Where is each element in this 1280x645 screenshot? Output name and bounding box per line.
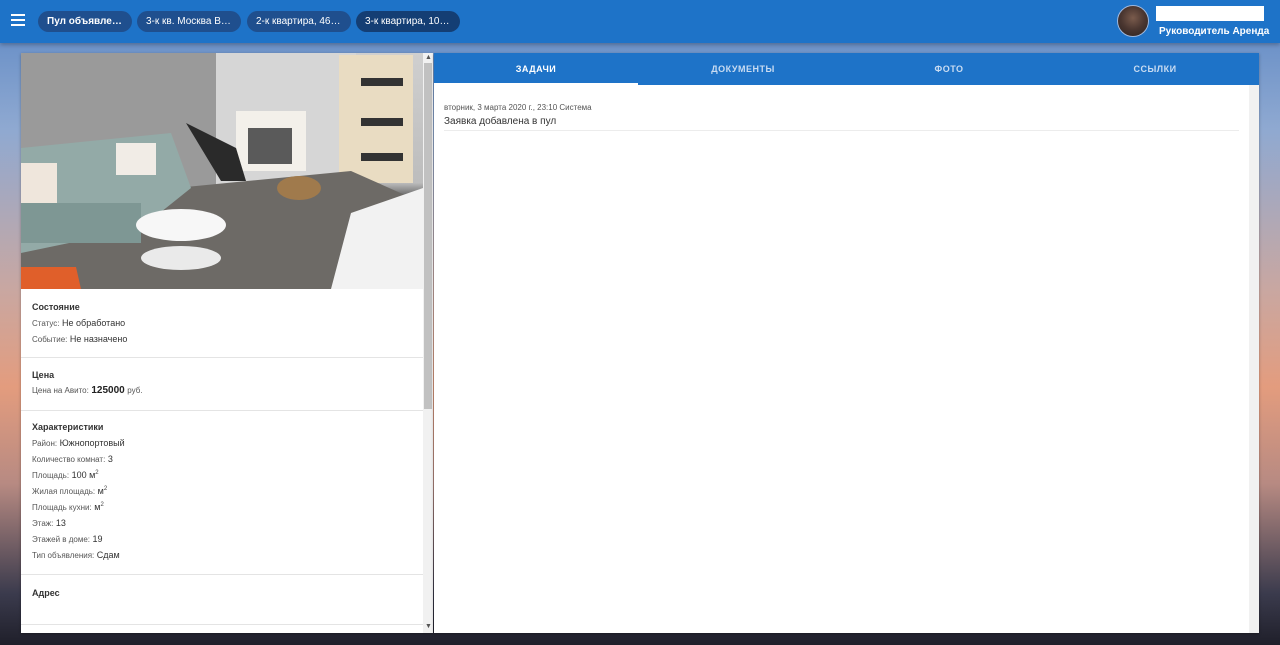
avito-price-row: Цена на Авито: 125000 руб. xyxy=(32,385,143,396)
floors-total-value: 19 xyxy=(92,534,103,544)
district-row: Район: Южнопортовый xyxy=(32,438,125,448)
floors-total-row: Этажей в доме: 19 xyxy=(32,534,103,544)
tab-links[interactable]: ССЫЛКИ xyxy=(1052,53,1258,85)
currency: руб. xyxy=(127,386,143,395)
living-area-row: Жилая площадь: м2 xyxy=(32,486,107,496)
area-value: 100 м xyxy=(71,470,96,480)
floor-row: Этаж: 13 xyxy=(32,518,66,528)
task-divider xyxy=(444,130,1239,131)
listing-details-panel: ▲ ▼ Состояние Статус: Не обработано Собы… xyxy=(21,53,433,633)
event-value: Не назначено xyxy=(69,334,128,344)
avito-price-label: Цена на Авито: xyxy=(32,386,89,395)
event-label: Событие: xyxy=(32,335,68,344)
scroll-down-icon[interactable]: ▼ xyxy=(425,623,432,630)
living-area-label: Жилая площадь: xyxy=(32,487,96,496)
listing-type-label: Тип объявления: xyxy=(32,551,95,560)
price-title: Цена xyxy=(32,370,55,380)
rooms-label: Количество комнат: xyxy=(32,455,106,464)
listing-type-value: Сдам xyxy=(96,550,120,560)
avatar[interactable] xyxy=(1117,5,1149,37)
address-title: Адрес xyxy=(32,588,60,598)
area-sup: 2 xyxy=(95,470,99,476)
tab-bar: ЗАДАЧИ ДОКУМЕНТЫ ФОТО ССЫЛКИ xyxy=(434,53,1259,85)
state-title: Состояние xyxy=(32,302,80,312)
price-section: Цена Цена на Авито: 125000 руб. xyxy=(21,358,423,411)
chip-listing-3[interactable]: 3-к квартира, 100 ... xyxy=(356,11,460,32)
rooms-row: Количество комнат: 3 xyxy=(32,454,113,464)
tab-documents[interactable]: ДОКУМЕНТЫ xyxy=(640,53,846,85)
tab-indicator xyxy=(434,83,638,85)
rooms-value: 3 xyxy=(107,454,113,464)
menu-icon[interactable] xyxy=(11,14,25,26)
characteristics-section: Характеристики Район: Южнопортовый Колич… xyxy=(21,411,423,575)
characteristics-title: Характеристики xyxy=(32,422,104,432)
district-label: Район: xyxy=(32,439,58,448)
user-role: Руководитель Аренда xyxy=(1159,26,1270,37)
area-label: Площадь: xyxy=(32,471,70,480)
status-row: Статус: Не обработано xyxy=(32,318,125,328)
listing-photo[interactable] xyxy=(21,53,423,289)
state-section: Состояние Статус: Не обработано Событие:… xyxy=(21,289,423,358)
top-app-bar: Пул объявлений 3-к кв. Москва Вн... 2-к … xyxy=(0,0,1280,43)
scroll-up-icon[interactable]: ▲ xyxy=(425,54,432,61)
chip-listing-2[interactable]: 2-к квартира, 46 м... xyxy=(247,11,351,32)
user-name-field xyxy=(1156,6,1264,21)
left-scrollbar-thumb[interactable] xyxy=(424,63,432,409)
event-row: Событие: Не назначено xyxy=(32,334,127,344)
floor-value: 13 xyxy=(55,518,66,528)
task-text: Заявка добавлена в пул xyxy=(444,116,557,127)
chip-listings-pool[interactable]: Пул объявлений xyxy=(38,11,132,32)
district-value: Южнопортовый xyxy=(59,438,125,448)
floors-total-label: Этажей в доме: xyxy=(32,535,91,544)
area-row: Площадь: 100 м2 xyxy=(32,470,99,480)
floor-label: Этаж: xyxy=(32,519,54,528)
listing-type-row: Тип объявления: Сдам xyxy=(32,550,120,560)
kitchen-area-row: Площадь кухни: м2 xyxy=(32,502,104,512)
status-value: Не обработано xyxy=(62,318,126,328)
kitchen-sup: 2 xyxy=(100,502,104,508)
address-section: Адрес xyxy=(21,575,423,625)
tab-tasks[interactable]: ЗАДАЧИ xyxy=(434,53,638,85)
task-meta: вторник, 3 марта 2020 г., 23:10 Система xyxy=(444,103,592,112)
status-label: Статус: xyxy=(32,319,60,328)
avito-price-value: 125000 xyxy=(91,385,125,396)
chip-listing-1[interactable]: 3-к кв. Москва Вн... xyxy=(137,11,241,32)
kitchen-area-label: Площадь кухни: xyxy=(32,503,92,512)
right-scrollbar[interactable] xyxy=(1249,85,1259,633)
tasks-panel: ЗАДАЧИ ДОКУМЕНТЫ ФОТО ССЫЛКИ вторник, 3 … xyxy=(434,53,1259,633)
living-sup: 2 xyxy=(103,486,108,492)
tab-photos[interactable]: ФОТО xyxy=(846,53,1052,85)
